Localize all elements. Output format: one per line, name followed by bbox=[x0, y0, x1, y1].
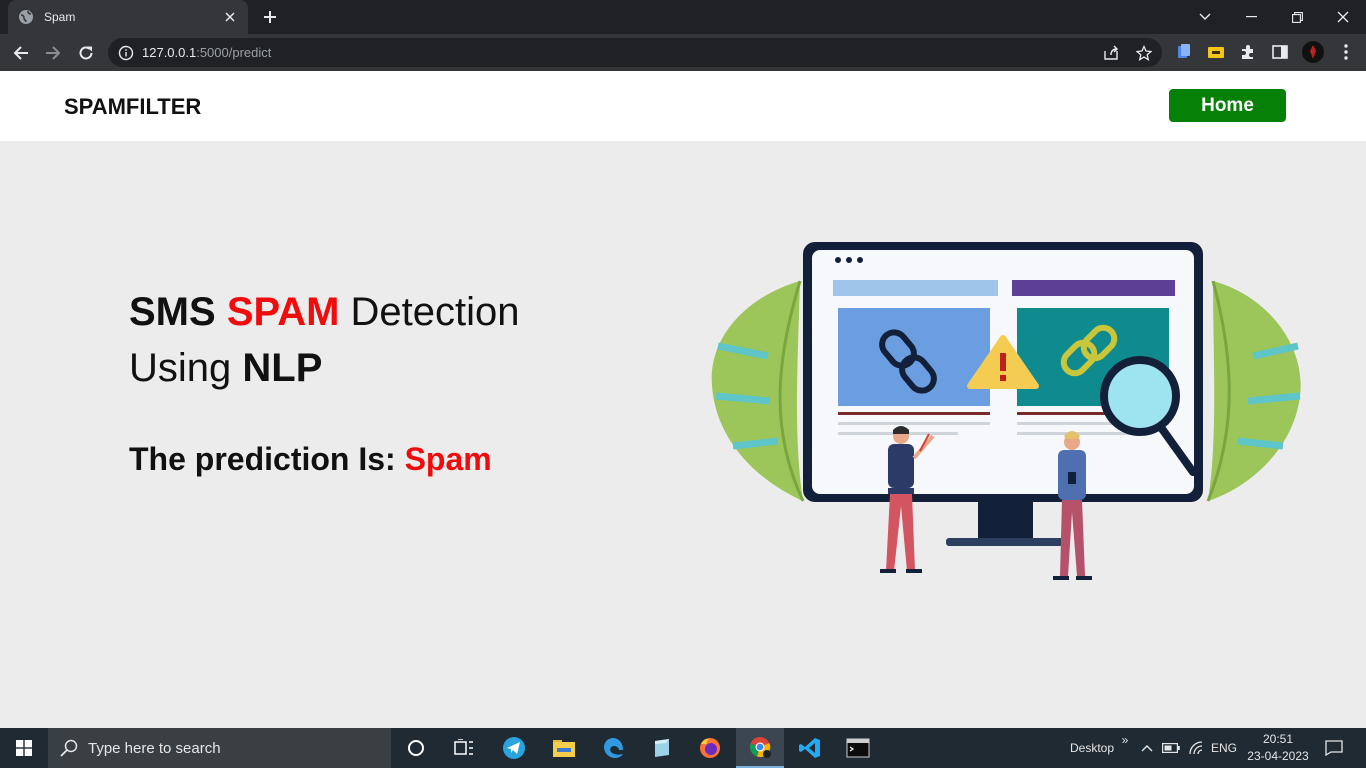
chrome-menu-icon[interactable] bbox=[1336, 42, 1356, 62]
site-navbar: SPAMFILTER Home bbox=[0, 71, 1366, 141]
task-view-icon[interactable] bbox=[440, 728, 488, 768]
firefox-icon[interactable] bbox=[686, 728, 734, 768]
terminal-icon[interactable] bbox=[834, 728, 882, 768]
headline-line-2: Using NLP bbox=[129, 340, 520, 396]
chrome-icon[interactable] bbox=[736, 728, 784, 768]
clock-date: 23-04-2023 bbox=[1247, 749, 1309, 763]
prediction-value: Spam bbox=[404, 441, 492, 477]
web-page: SPAMFILTER Home SMS SPAM Detection Using… bbox=[0, 71, 1366, 728]
windows-start-icon[interactable] bbox=[0, 728, 48, 768]
forward-arrow-icon[interactable] bbox=[40, 40, 66, 66]
browser-tab-strip: Spam bbox=[0, 0, 1366, 34]
show-hidden-icons-chevron-icon[interactable] bbox=[1138, 728, 1156, 768]
address-bar[interactable]: 127.0.0.1:5000/predict bbox=[108, 38, 1162, 67]
site-info-icon[interactable] bbox=[118, 45, 134, 61]
notepad-app-icon[interactable] bbox=[638, 728, 686, 768]
share-icon[interactable] bbox=[1102, 44, 1120, 62]
language-indicator[interactable]: ENG bbox=[1210, 728, 1238, 768]
restore-icon[interactable] bbox=[1274, 0, 1320, 34]
prediction-result: The prediction Is: Spam bbox=[129, 441, 492, 478]
edge-browser-icon[interactable] bbox=[590, 728, 638, 768]
cortana-icon[interactable] bbox=[392, 728, 440, 768]
close-window-icon[interactable] bbox=[1320, 0, 1366, 34]
side-panel-icon[interactable] bbox=[1270, 42, 1290, 62]
headline-nlp: NLP bbox=[242, 346, 323, 390]
battery-icon[interactable] bbox=[1160, 728, 1182, 768]
url-host: 127.0.0.1 bbox=[142, 45, 197, 60]
close-tab-icon[interactable] bbox=[222, 9, 238, 25]
headline-line-1: SMS SPAM Detection bbox=[129, 284, 520, 340]
headline-detection: Detection bbox=[350, 290, 520, 334]
desktop-toolbar-label[interactable]: Desktop bbox=[1066, 728, 1118, 768]
globe-icon bbox=[18, 9, 34, 25]
browser-tab[interactable]: Spam bbox=[8, 0, 248, 34]
extension-docs-icon[interactable] bbox=[1174, 42, 1194, 62]
windows-taskbar: Type here to search Desktop » ENG 20:51 bbox=[0, 728, 1366, 768]
back-arrow-icon[interactable] bbox=[8, 40, 34, 66]
bookmark-star-icon[interactable] bbox=[1135, 44, 1153, 62]
clock-time: 20:51 bbox=[1262, 732, 1294, 746]
minimize-icon[interactable] bbox=[1228, 0, 1274, 34]
tab-title: Spam bbox=[44, 10, 76, 24]
hero-headline: SMS SPAM Detection Using NLP bbox=[129, 284, 520, 396]
headline-spam: SPAM bbox=[226, 290, 340, 334]
taskbar-search-placeholder: Type here to search bbox=[88, 739, 221, 757]
profile-avatar-icon[interactable] bbox=[1302, 41, 1324, 63]
taskbar-clock[interactable]: 20:51 23-04-2023 bbox=[1246, 731, 1310, 765]
wifi-icon[interactable] bbox=[1186, 728, 1208, 768]
taskbar-search-box[interactable]: Type here to search bbox=[48, 728, 391, 768]
prediction-label: The prediction Is: bbox=[129, 441, 396, 477]
browser-toolbar: 127.0.0.1:5000/predict bbox=[0, 34, 1366, 71]
extensions-puzzle-icon[interactable] bbox=[1238, 42, 1258, 62]
headline-sms: SMS bbox=[129, 290, 216, 334]
notification-center-icon[interactable] bbox=[1316, 728, 1352, 768]
url-text: 127.0.0.1:5000/predict bbox=[142, 45, 271, 60]
tab-search-chevron-icon[interactable] bbox=[1182, 0, 1228, 34]
toolbar-overflow-icon[interactable]: » bbox=[1118, 720, 1132, 760]
site-brand[interactable]: SPAMFILTER bbox=[64, 94, 201, 120]
spam-detection-illustration bbox=[711, 242, 1301, 580]
telegram-icon[interactable] bbox=[490, 728, 538, 768]
home-button[interactable]: Home bbox=[1169, 89, 1286, 122]
file-explorer-icon[interactable] bbox=[540, 728, 588, 768]
vscode-icon[interactable] bbox=[786, 728, 834, 768]
url-path: :5000/predict bbox=[196, 45, 272, 60]
search-icon bbox=[60, 739, 78, 757]
new-tab-icon[interactable] bbox=[260, 7, 280, 27]
headline-using: Using bbox=[129, 346, 232, 390]
extension-folder-icon[interactable] bbox=[1206, 42, 1226, 62]
reload-icon[interactable] bbox=[73, 40, 99, 66]
